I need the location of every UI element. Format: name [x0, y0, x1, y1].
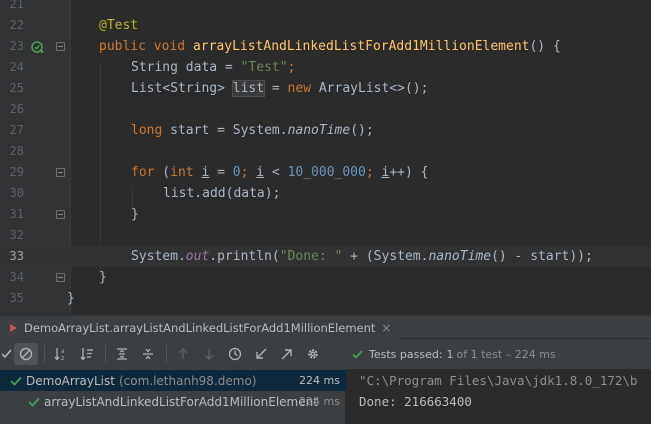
down-arrow-icon — [204, 349, 214, 360]
show-passed-button[interactable] — [0, 343, 14, 365]
line-number: 31 — [9, 207, 24, 221]
console-output[interactable]: "C:\Program Files\Java\jdk1.8.0_172\b Do… — [347, 369, 651, 424]
sort-alphabetically-button[interactable]: a z — [49, 343, 73, 365]
fold-marker-icon[interactable] — [56, 42, 65, 51]
code-line: 29 for (int i = 0; i < 10_000_000; i++) … — [0, 162, 651, 183]
expand-all-icon — [117, 348, 127, 360]
test-duration: 224 ms — [299, 374, 340, 387]
expand-all-button[interactable] — [110, 343, 134, 365]
code-line: 26 — [0, 99, 651, 120]
check-icon — [28, 397, 40, 407]
sort-duration-icon — [80, 348, 93, 361]
line-number: 34 — [9, 270, 24, 284]
line-number: 32 — [9, 228, 24, 242]
console-line-command: "C:\Program Files\Java\jdk1.8.0_172\b — [359, 373, 638, 388]
code-line: 22 @Test — [0, 15, 651, 36]
test-duration: 224 ms — [299, 395, 340, 408]
previous-failed-button[interactable] — [171, 343, 195, 365]
collapse-all-button[interactable] — [136, 343, 160, 365]
line-number: 25 — [9, 81, 24, 95]
line-number: 28 — [9, 144, 24, 158]
code-line: 35 } — [0, 288, 651, 309]
code-line-current: 33 System.out.println("Done: " + (System… — [0, 246, 651, 267]
console-line-output: Done: 216663400 — [359, 394, 472, 409]
code-line: 31 } — [0, 204, 651, 225]
stop-icon — [19, 347, 33, 361]
check-icon — [352, 349, 363, 359]
code-editor[interactable]: 21 22 @Test 23 public void arrayListAndL… — [0, 0, 651, 315]
test-runner-toolbar: a z — [0, 339, 346, 369]
test-history-button[interactable] — [223, 343, 247, 365]
collapse-all-icon — [143, 348, 153, 360]
test-status: Tests passed: 1 of 1 test – 224 ms — [346, 339, 651, 369]
import-tests-button[interactable] — [249, 343, 273, 365]
run-test-icon[interactable] — [31, 40, 45, 54]
fold-marker-icon[interactable] — [56, 210, 65, 219]
tests-passed-count: 1 — [446, 347, 454, 361]
code-line: 27 long start = System.nanoTime(); — [0, 120, 651, 141]
tree-item-test-class[interactable]: DemoArrayList (com.lethanh98.demo) 224 m… — [0, 370, 346, 391]
next-failed-button[interactable] — [197, 343, 221, 365]
import-icon — [256, 348, 267, 359]
code-line: 25 List<String> list = new ArrayList<>()… — [0, 78, 651, 99]
run-config-icon — [10, 323, 17, 332]
line-number: 27 — [9, 123, 24, 137]
close-icon[interactable]: × — [381, 321, 391, 335]
sort-alpha-icon: a z — [54, 348, 65, 361]
history-icon — [228, 347, 242, 361]
code-line: 21 — [0, 0, 651, 15]
test-class-package: (com.lethanh98.demo) — [118, 373, 257, 388]
method-name: arrayListAndLinkedListForAdd1MillionElem… — [192, 39, 530, 54]
test-method-name: arrayListAndLinkedListForAdd1MillionElem… — [44, 394, 318, 409]
annotation-token: @Test — [99, 18, 139, 33]
code-line: 32 — [0, 225, 651, 246]
line-number: 30 — [9, 186, 24, 200]
line-number: 29 — [9, 165, 24, 179]
run-tab[interactable]: DemoArrayList.arrayListAndLinkedListForA… — [0, 316, 400, 339]
code-line: 23 public void arrayListAndLinkedListFor… — [0, 36, 651, 57]
test-results-tree: DemoArrayList (com.lethanh98.demo) 224 m… — [0, 369, 346, 424]
tests-passed-detail: of 1 test – 224 ms — [456, 347, 556, 361]
svg-text:z: z — [61, 355, 64, 361]
check-icon — [2, 349, 12, 359]
line-number: 24 — [9, 60, 24, 74]
code-line: 30 list.add(data); — [0, 183, 651, 204]
export-icon — [281, 349, 292, 360]
tree-item-test-method[interactable]: arrayListAndLinkedListForAdd1MillionElem… — [0, 391, 346, 412]
line-number: 26 — [9, 102, 24, 116]
run-tab-bar: DemoArrayList.arrayListAndLinkedListForA… — [0, 315, 651, 339]
gear-icon — [308, 349, 318, 359]
svg-text:a: a — [61, 348, 65, 355]
highlighted-identifier: list — [231, 80, 266, 97]
show-ignored-button[interactable] — [14, 343, 38, 365]
run-tab-label: DemoArrayList.arrayListAndLinkedListForA… — [24, 320, 376, 335]
settings-button[interactable] — [301, 343, 325, 365]
code-line: 34 } — [0, 267, 651, 288]
line-number: 23 — [9, 39, 24, 53]
line-number: 21 — [9, 0, 24, 11]
test-class-name: DemoArrayList — [26, 373, 115, 388]
fold-marker-icon[interactable] — [56, 273, 65, 282]
fold-marker-icon[interactable] — [56, 168, 65, 177]
line-number: 35 — [9, 291, 24, 305]
tests-passed-label: Tests passed: — [369, 347, 443, 361]
export-tests-button[interactable] — [275, 343, 299, 365]
code-line: 24 String data = "Test"; — [0, 57, 651, 78]
line-number: 33 — [9, 249, 24, 263]
code-line: 28 — [0, 141, 651, 162]
check-icon — [10, 376, 22, 386]
up-arrow-icon — [178, 348, 188, 359]
line-number: 22 — [9, 18, 24, 32]
sort-by-duration-button[interactable] — [75, 343, 99, 365]
